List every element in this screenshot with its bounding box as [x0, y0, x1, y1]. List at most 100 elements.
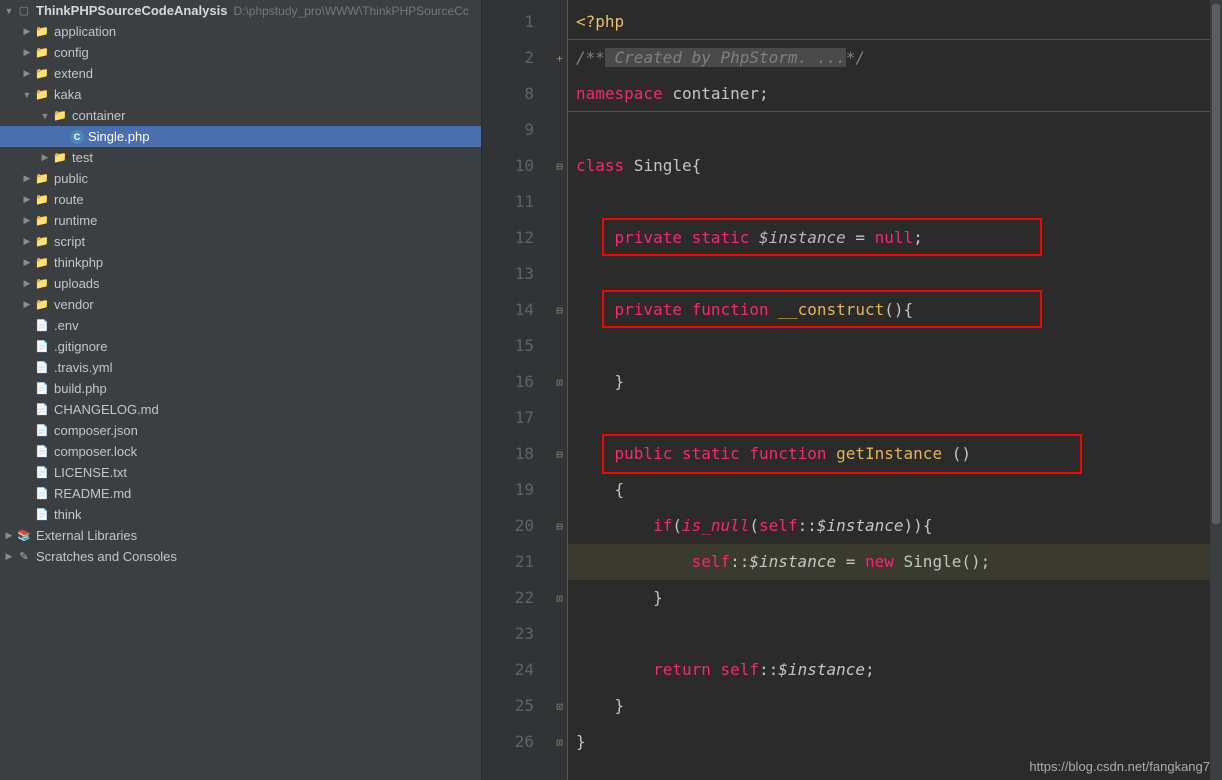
tree-label: application [54, 24, 116, 39]
tree-item-test[interactable]: ▶📁test [0, 147, 481, 168]
token: } [576, 588, 663, 607]
chevron-right-icon[interactable]: ▶ [22, 69, 32, 79]
code-line[interactable] [568, 616, 1222, 652]
tree-item-thinkphpsourcecodeanalysis[interactable]: ▼▢ThinkPHPSourceCodeAnalysisD:\phpstudy_… [0, 0, 481, 21]
chevron-right-icon[interactable]: ▶ [22, 216, 32, 226]
code-line[interactable]: private function __construct(){ [568, 292, 1222, 328]
fold-marker[interactable]: ⊡ [552, 724, 567, 760]
tree-label: kaka [54, 87, 81, 102]
tree-item-thinkphp[interactable]: ▶📁thinkphp [0, 252, 481, 273]
tree-item-uploads[interactable]: ▶📁uploads [0, 273, 481, 294]
code-line[interactable]: if(is_null(self::$instance)){ [568, 508, 1222, 544]
code-line[interactable] [568, 400, 1222, 436]
code-line[interactable] [568, 256, 1222, 292]
tree-item-route[interactable]: ▶📁route [0, 189, 481, 210]
tree-item-single-php[interactable]: CSingle.php [0, 126, 481, 147]
scroll-thumb[interactable] [1212, 4, 1220, 524]
tree-item-config[interactable]: ▶📁config [0, 42, 481, 63]
fold-marker[interactable]: ⊟ [552, 148, 567, 184]
tree-item-application[interactable]: ▶📁application [0, 21, 481, 42]
code-line[interactable]: public static function getInstance () [568, 436, 1222, 472]
fold-marker[interactable]: ⊟ [552, 508, 567, 544]
code-line[interactable]: return self::$instance; [568, 652, 1222, 688]
tree-item-container[interactable]: ▼📁container [0, 105, 481, 126]
project-tree[interactable]: ▼▢ThinkPHPSourceCodeAnalysisD:\phpstudy_… [0, 0, 482, 780]
tree-item--gitignore[interactable]: 📄.gitignore [0, 336, 481, 357]
fold-marker[interactable]: ⊡ [552, 580, 567, 616]
code-line[interactable]: } [568, 724, 1222, 760]
tree-item-think[interactable]: 📄think [0, 504, 481, 525]
code-line[interactable] [568, 328, 1222, 364]
fold-marker[interactable]: + [552, 40, 567, 76]
generic-file-icon: 📄 [34, 444, 50, 460]
chevron-right-icon[interactable]: ▶ [22, 279, 32, 289]
chevron-right-icon[interactable]: ▶ [22, 27, 32, 37]
tree-item-readme-md[interactable]: 📄README.md [0, 483, 481, 504]
token [576, 444, 615, 463]
code-line[interactable]: /** Created by PhpStorm. ...*/ [568, 40, 1222, 76]
chevron-right-icon[interactable]: ▶ [22, 195, 32, 205]
tree-item--env[interactable]: 📄.env [0, 315, 481, 336]
chevron-down-icon[interactable]: ▼ [22, 90, 32, 100]
chevron-down-icon[interactable]: ▼ [40, 111, 50, 121]
chevron-right-icon[interactable]: ▶ [22, 258, 32, 268]
code-line[interactable]: self::$instance = new Single(); [568, 544, 1222, 580]
token [711, 660, 721, 679]
tree-item-public[interactable]: ▶📁public [0, 168, 481, 189]
fold-marker[interactable]: ⊟ [552, 436, 567, 472]
tree-item-vendor[interactable]: ▶📁vendor [0, 294, 481, 315]
chevron-right-icon[interactable]: ▶ [4, 552, 14, 562]
chevron-right-icon[interactable]: ▶ [4, 531, 14, 541]
fold-marker [552, 4, 567, 40]
tree-item-composer-lock[interactable]: 📄composer.lock [0, 441, 481, 462]
code-area[interactable]: <?php/** Created by PhpStorm. ...*/names… [568, 0, 1222, 780]
code-line[interactable] [568, 184, 1222, 220]
token [682, 228, 692, 247]
code-line[interactable]: private static $instance = null; [568, 220, 1222, 256]
tree-item-scratches-and-consoles[interactable]: ▶✎Scratches and Consoles [0, 546, 481, 567]
line-number: 14 [482, 292, 534, 328]
code-line[interactable]: } [568, 364, 1222, 400]
code-editor[interactable]: 12891011121314151617181920212223242526 +… [482, 0, 1222, 780]
code-line[interactable]: <?php [568, 4, 1222, 40]
chevron-right-icon[interactable]: ▶ [22, 48, 32, 58]
tree-item-script[interactable]: ▶📁script [0, 231, 481, 252]
code-line[interactable]: namespace container; [568, 76, 1222, 112]
token [576, 228, 615, 247]
token [576, 552, 692, 571]
tree-item-runtime[interactable]: ▶📁runtime [0, 210, 481, 231]
tree-label: External Libraries [36, 528, 137, 543]
line-number: 19 [482, 472, 534, 508]
tree-item-extend[interactable]: ▶📁extend [0, 63, 481, 84]
chevron-right-icon[interactable]: ▶ [40, 153, 50, 163]
fold-marker[interactable]: ⊟ [552, 292, 567, 328]
chevron-right-icon[interactable]: ▶ [22, 174, 32, 184]
token: namespace [576, 84, 663, 103]
tree-item--travis-yml[interactable]: 📄.travis.yml [0, 357, 481, 378]
generic-file-icon: 📄 [34, 360, 50, 376]
fold-marker[interactable]: ⊡ [552, 688, 567, 724]
tree-item-composer-json[interactable]: 📄composer.json [0, 420, 481, 441]
tree-item-external-libraries[interactable]: ▶📚External Libraries [0, 525, 481, 546]
fold-marker[interactable]: ⊡ [552, 364, 567, 400]
fold-marker [552, 328, 567, 364]
tree-item-changelog-md[interactable]: 📄CHANGELOG.md [0, 399, 481, 420]
chevron-right-icon[interactable]: ▶ [22, 237, 32, 247]
generic-file-icon: 📄 [34, 507, 50, 523]
line-number: 23 [482, 616, 534, 652]
code-line[interactable]: { [568, 472, 1222, 508]
code-line[interactable]: } [568, 580, 1222, 616]
tree-item-build-php[interactable]: 📄build.php [0, 378, 481, 399]
fold-column[interactable]: +⊟⊟⊡⊟⊟⊡⊡⊡ [552, 0, 568, 780]
line-number: 13 [482, 256, 534, 292]
tree-label: composer.json [54, 423, 138, 438]
code-line[interactable]: class Single{ [568, 148, 1222, 184]
tree-item-license-txt[interactable]: 📄LICENSE.txt [0, 462, 481, 483]
tree-item-kaka[interactable]: ▼📁kaka [0, 84, 481, 105]
editor-scrollbar[interactable] [1210, 0, 1222, 780]
chevron-right-icon[interactable]: ▶ [22, 300, 32, 310]
fold-marker [552, 652, 567, 688]
code-line[interactable] [568, 112, 1222, 148]
chevron-down-icon[interactable]: ▼ [4, 6, 14, 16]
code-line[interactable]: } [568, 688, 1222, 724]
